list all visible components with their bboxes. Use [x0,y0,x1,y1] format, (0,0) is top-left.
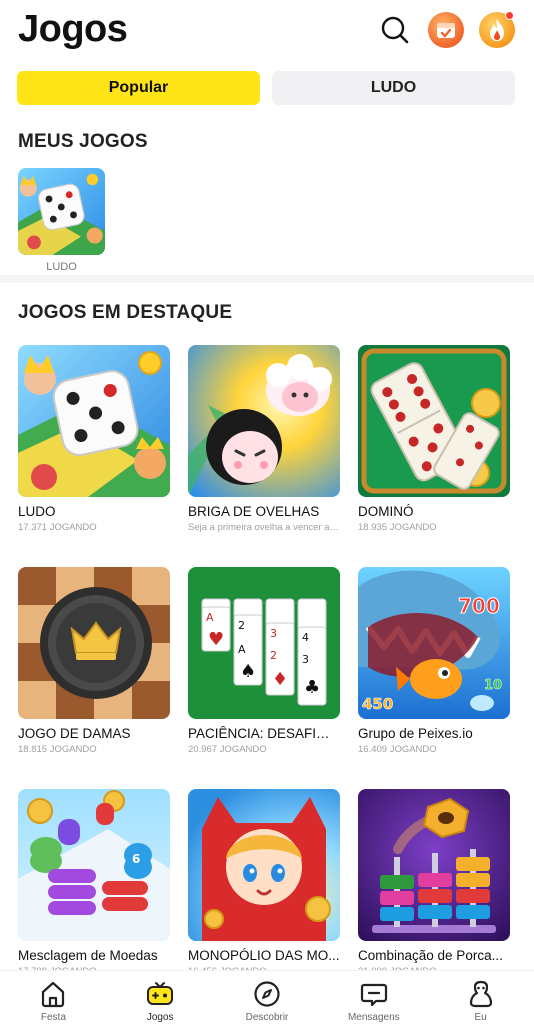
fish-score-right: 10 [484,678,502,693]
monopoly-thumbnail [188,789,340,941]
svg-text:A: A [238,643,246,656]
nav-label: Jogos [146,1012,174,1023]
game-name: Grupo de Peixes.io [358,726,473,741]
game-players: 18.815 JOGANDO [18,744,97,755]
game-card-grupo-de-peixes[interactable]: 700 450 10 Grupo de Peixes.io 16.409 JOG… [358,567,510,789]
game-card-ludo[interactable]: LUDO 17.371 JOGANDO [18,345,170,567]
gamepad-icon [147,982,174,1005]
svg-text:4: 4 [302,631,309,644]
nav-item-eu[interactable]: Eu [427,971,534,1030]
game-card-domino[interactable]: DOMINÓ 18.935 JOGANDO [358,345,510,567]
game-card-paciencia[interactable]: A ♥ 2 A ♠ 3 2 ♦ 4 3 ♣ PACIÊNCIA: DESAFIO… [188,567,340,789]
search-icon [381,16,409,44]
my-game-ludo[interactable]: LUDO [18,168,105,273]
compass-icon [254,981,280,1007]
game-name: LUDO [18,504,56,519]
checkers-thumbnail [18,567,170,719]
svg-text:2: 2 [270,649,277,662]
nav-item-descobrir[interactable]: Descobrir [214,971,321,1030]
svg-text:3: 3 [270,627,277,640]
svg-text:♣: ♣ [304,677,320,698]
nav-label: Eu [474,1012,487,1023]
fish-game-thumbnail: 700 450 10 [358,567,510,719]
game-card-mesclagem-de-moedas[interactable]: 6 Mesclagem de Moedas 17.798 JOGANDO [18,789,170,999]
game-name: JOGO DE DAMAS [18,726,131,741]
game-card-combinacao-de-porcas[interactable]: Combinação de Porca... 21.000 JOGANDO [358,789,510,999]
svg-text:♠: ♠ [240,661,256,682]
game-name: MONOPÓLIO DAS MO... [188,948,340,963]
search-button[interactable] [377,12,413,48]
sheep-battle-thumbnail [188,345,340,497]
section-divider [0,275,534,283]
game-players: 16.409 JOGANDO [358,744,437,755]
my-game-label: LUDO [46,261,77,273]
fish-score-top: 700 [458,594,500,618]
game-card-briga-de-ovelhas[interactable]: BRIGA DE OVELHAS Seja a primeira ovelha … [188,345,340,567]
category-tabs: Popular LUDO [17,71,515,105]
daily-task-button[interactable] [428,12,464,48]
task-calendar-icon [437,23,455,38]
home-icon [42,981,65,1008]
game-name: PACIÊNCIA: DESAFIO ... [188,726,340,741]
nuts-sort-thumbnail [358,789,510,941]
tab-popular[interactable]: Popular [17,71,260,105]
ludo-thumbnail [18,345,170,497]
nav-item-festa[interactable]: Festa [0,971,107,1030]
featured-games-grid: LUDO 17.371 JOGANDO BRIGA DE OVELHAS Sej… [18,345,512,999]
nav-label: Mensagens [347,1012,400,1023]
svg-text:2: 2 [238,619,245,632]
svg-text:♥: ♥ [208,629,224,650]
game-name: DOMINÓ [358,504,414,519]
header: Jogos [0,0,534,62]
domino-thumbnail [358,345,510,497]
solitaire-thumbnail: A ♥ 2 A ♠ 3 2 ♦ 4 3 ♣ [188,567,340,719]
svg-text:6: 6 [132,852,140,866]
svg-text:♦: ♦ [272,669,288,690]
game-players: Seja a primeira ovelha a vencer a ba... [188,522,340,533]
page-title: Jogos [18,8,128,50]
flame-icon [490,19,504,41]
profile-icon [469,980,492,1008]
tab-ludo[interactable]: LUDO [272,71,515,105]
ludo-game-thumbnail [18,168,105,255]
nav-label: Descobrir [245,1012,289,1023]
nav-label: Festa [40,1012,66,1023]
game-players: 17.371 JOGANDO [18,522,97,533]
game-card-monopolio[interactable]: MONOPÓLIO DAS MO... 16.456 JOGANDO [188,789,340,999]
fish-score-left: 450 [362,695,393,713]
svg-text:3: 3 [302,653,309,666]
bottom-navigation: Festa Jogos Descobrir Mensagens Eu [0,970,534,1030]
coin-merge-thumbnail: 6 [18,789,170,941]
svg-text:A: A [206,611,214,624]
my-games-title: MEUS JOGOS [18,131,148,152]
game-name: Mesclagem de Moedas [18,948,158,963]
featured-games-title: JOGOS EM DESTAQUE [18,302,233,323]
game-card-jogo-de-damas[interactable]: JOGO DE DAMAS 18.815 JOGANDO [18,567,170,789]
game-name: Combinação de Porca... [358,948,503,963]
game-players: 20.967 JOGANDO [188,744,267,755]
nav-item-mensagens[interactable]: Mensagens [320,971,427,1030]
nav-item-jogos[interactable]: Jogos [107,971,214,1030]
message-icon [360,983,387,1007]
fire-reward-button[interactable] [479,11,515,48]
game-players: 18.935 JOGANDO [358,522,437,533]
game-name: BRIGA DE OVELHAS [188,504,320,519]
notification-dot [505,11,514,20]
